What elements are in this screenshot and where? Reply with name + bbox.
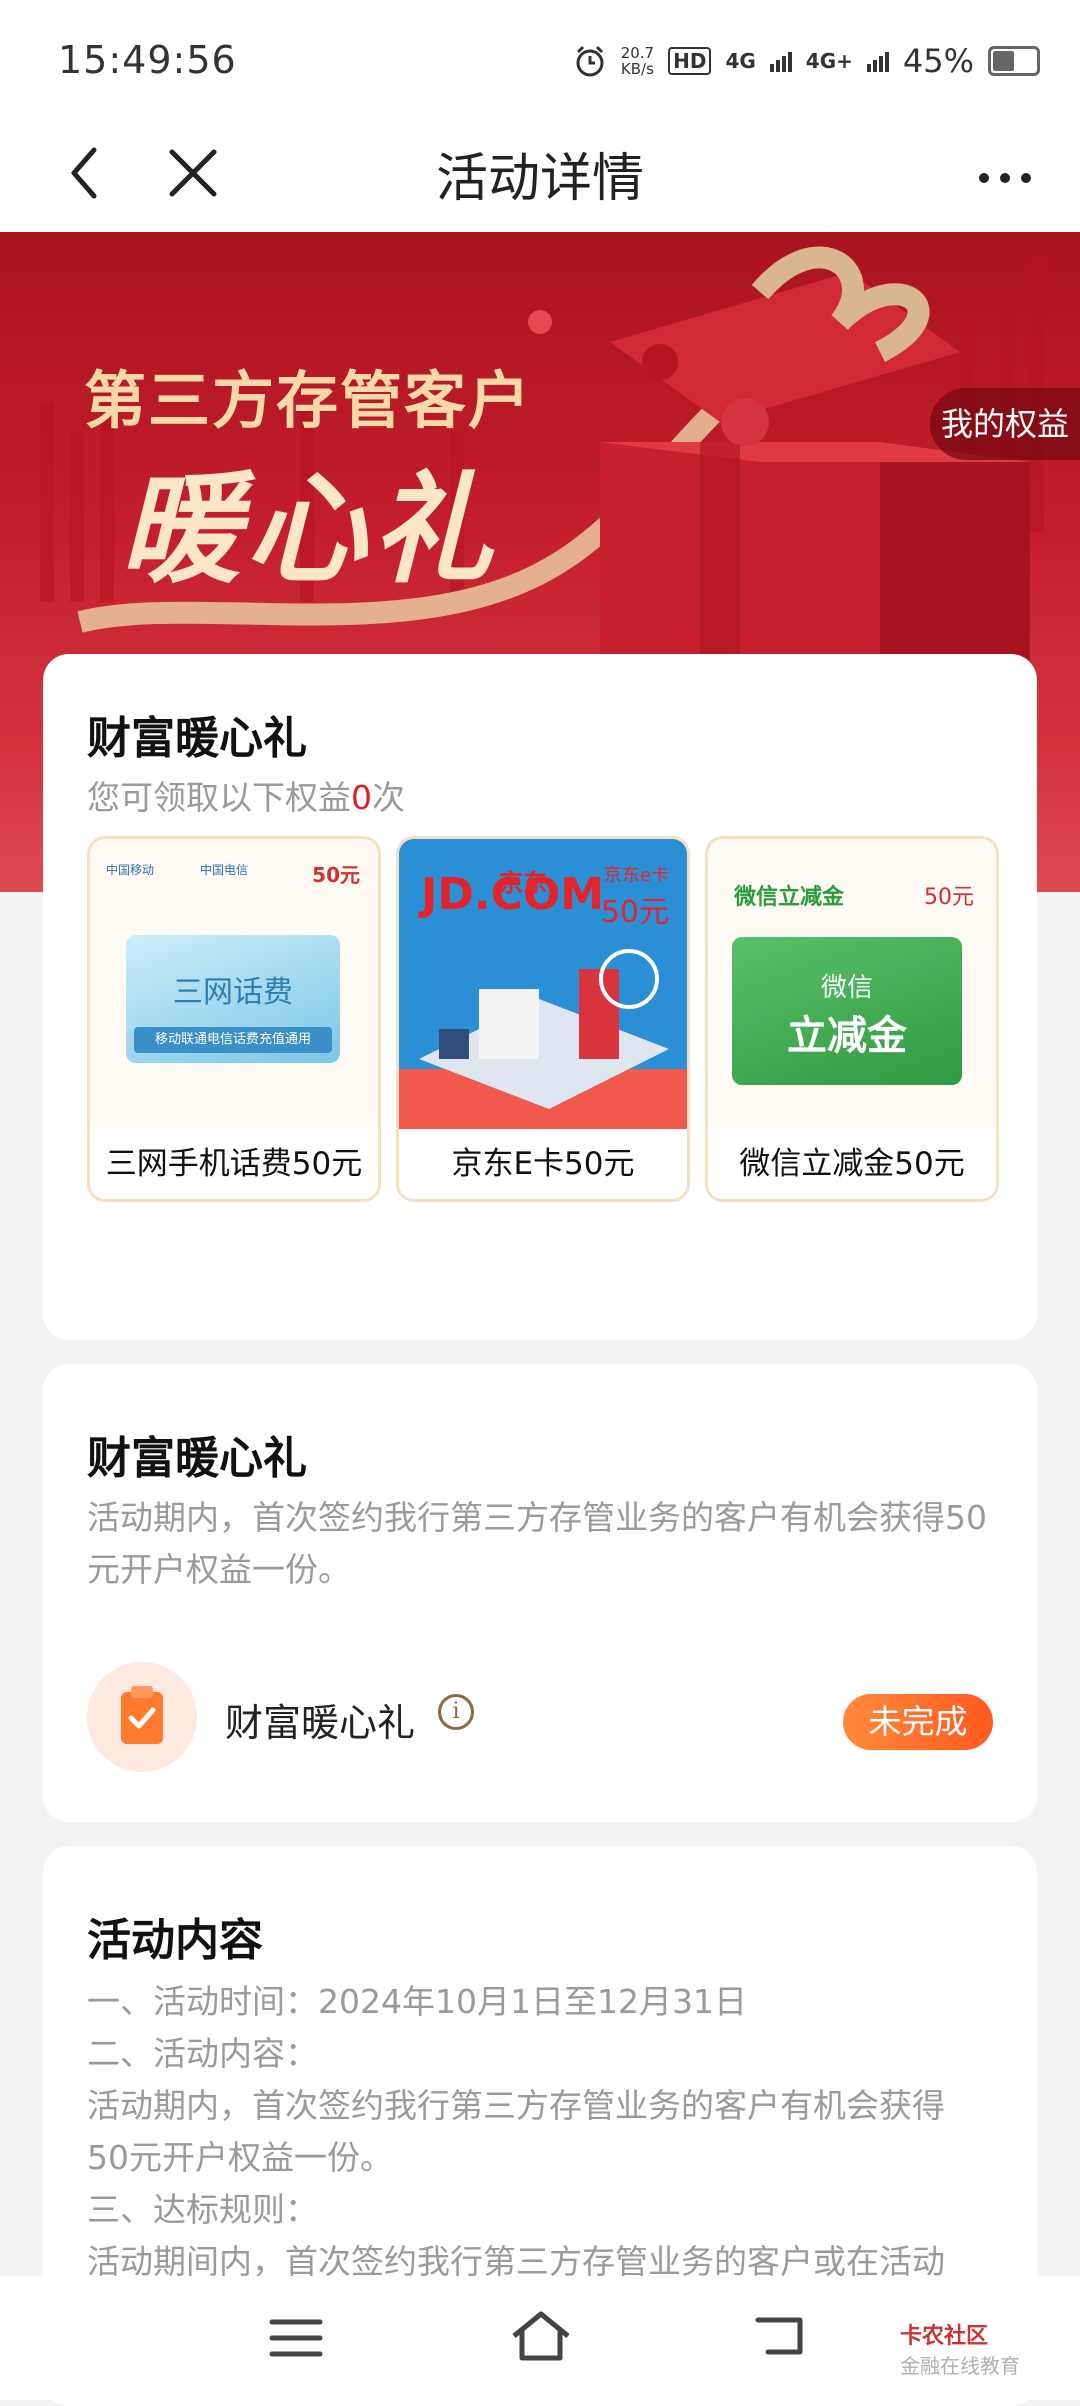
- activity-line: 一、活动时间：2024年10月1日至12月31日: [87, 1982, 747, 2021]
- my-rights-button[interactable]: 我的权益: [930, 388, 1080, 460]
- sim2-network: 4G+: [805, 49, 853, 73]
- gift-label-phone-credit: 三网手机话费50元: [90, 1129, 378, 1199]
- gift-card-jd[interactable]: JD.COM 京东 京东e卡 50元 京东E卡50元: [396, 836, 690, 1202]
- signal1-icon: [769, 50, 792, 72]
- rewards-card-title: 财富暖心礼: [87, 713, 307, 764]
- claim-count-text: 您可领取以下权益0次: [87, 778, 405, 817]
- banner-title: 第三方存管客户: [84, 364, 533, 437]
- status-icons: 20.7 KB/s HD 4G 4G+ 45%: [573, 40, 1040, 82]
- jd-card-image: JD.COM 京东 京东e卡 50元: [399, 839, 687, 1129]
- activity-line: 三、达标规则：: [87, 2190, 318, 2229]
- info-icon[interactable]: i: [438, 1694, 474, 1730]
- clipboard-icon: [87, 1662, 197, 1772]
- back-icon[interactable]: [752, 2310, 808, 2360]
- battery-percent: 45%: [902, 42, 974, 80]
- gift-card-phone-credit[interactable]: 中国移动 中国电信 50元 三网话费 移动联通电信话费充值通用 三网手机话费50…: [87, 836, 381, 1202]
- claim-count: 0: [351, 778, 372, 817]
- phone-credit-image: 中国移动 中国电信 50元 三网话费 移动联通电信话费充值通用: [90, 839, 378, 1129]
- task-card-title: 财富暖心礼: [87, 1433, 307, 1484]
- task-name: 财富暖心礼: [225, 1701, 416, 1745]
- jd-city-illustration: [399, 949, 687, 1129]
- alarm-icon: [576, 45, 604, 77]
- gift-label-wechat: 微信立减金50元: [708, 1129, 996, 1199]
- sim1-network: 4G: [725, 49, 756, 73]
- wechat-voucher-image: 微信立减金 50元 微信 立减金: [708, 839, 996, 1129]
- activity-line: 50元开户权益一份。: [87, 2138, 393, 2177]
- system-nav-bar: 卡农社区 金融在线教育: [0, 2276, 1080, 2400]
- nav-bar: 活动详情: [0, 116, 1080, 232]
- activity-line: 二、活动内容：: [87, 2034, 318, 2073]
- rewards-card: 财富暖心礼 您可领取以下权益0次 中国移动 中国电信 50元 三网话费 移动联通…: [43, 654, 1037, 1340]
- task-status-button[interactable]: 未完成: [843, 1694, 993, 1750]
- net-speed: 20.7 KB/s: [620, 44, 655, 78]
- signal2-icon: [866, 50, 889, 72]
- menu-icon[interactable]: [268, 2316, 324, 2360]
- gift-card-wechat[interactable]: 微信立减金 50元 微信 立减金 微信立减金50元: [705, 836, 999, 1202]
- activity-content-title: 活动内容: [87, 1915, 263, 1966]
- activity-line: 活动期内，首次签约我行第三方存管业务的客户有机会获得: [87, 2086, 945, 2125]
- home-icon[interactable]: [508, 2306, 574, 2366]
- banner-subtitle: 暖心礼: [120, 459, 498, 600]
- more-icon[interactable]: [970, 146, 1040, 206]
- hd-badge: HD: [668, 47, 712, 75]
- task-card: 财富暖心礼 活动期内，首次签约我行第三方存管业务的客户有机会获得50元开户权益一…: [43, 1364, 1037, 1822]
- watermark: 卡农社区 金融在线教育: [900, 2324, 1020, 2378]
- status-time: 15:49:56: [58, 38, 237, 82]
- battery-icon: [988, 46, 1040, 76]
- gift-label-jd: 京东E卡50元: [399, 1129, 687, 1199]
- status-bar: 15:49:56 20.7 KB/s HD 4G 4G+ 45%: [0, 0, 1080, 116]
- task-description: 活动期内，首次签约我行第三方存管业务的客户有机会获得50元开户权益一份。: [87, 1498, 987, 1589]
- page-title: 活动详情: [435, 149, 644, 209]
